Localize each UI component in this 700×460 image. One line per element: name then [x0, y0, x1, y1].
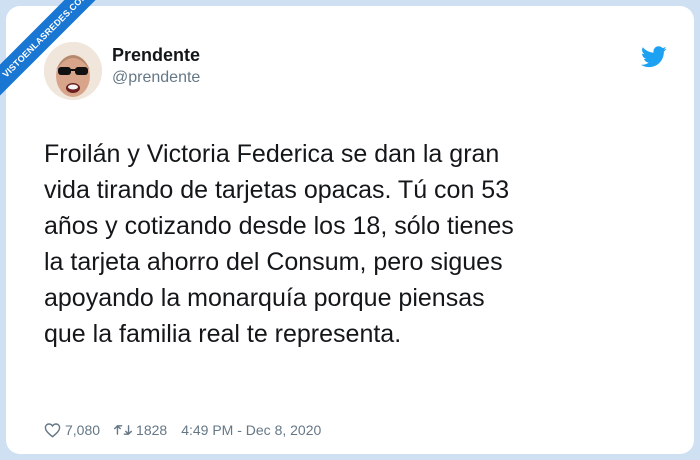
retweets-count: 1828: [136, 422, 168, 438]
retweets-stat[interactable]: 1828: [114, 422, 167, 438]
tweet-timestamp[interactable]: 4:49 PM - Dec 8, 2020: [181, 422, 321, 438]
avatar[interactable]: [44, 42, 102, 100]
avatar-image: [44, 42, 102, 100]
author-display-name[interactable]: Prendente: [112, 45, 200, 66]
tweet-card: VISTOENLASREDES.COM Prendente @prendente…: [0, 0, 694, 454]
author-handle[interactable]: @prendente: [112, 69, 200, 87]
heart-icon: [44, 423, 61, 438]
twitter-bird-icon[interactable]: [641, 46, 667, 68]
tweet-meta: 7,080 1828 4:49 PM - Dec 8, 2020: [44, 420, 335, 440]
likes-count: 7,080: [65, 422, 101, 438]
tweet-text: Froilán y Victoria Federica se dan la gr…: [44, 140, 514, 348]
retweet-icon: [114, 425, 133, 435]
likes-stat[interactable]: 7,080: [44, 422, 100, 438]
